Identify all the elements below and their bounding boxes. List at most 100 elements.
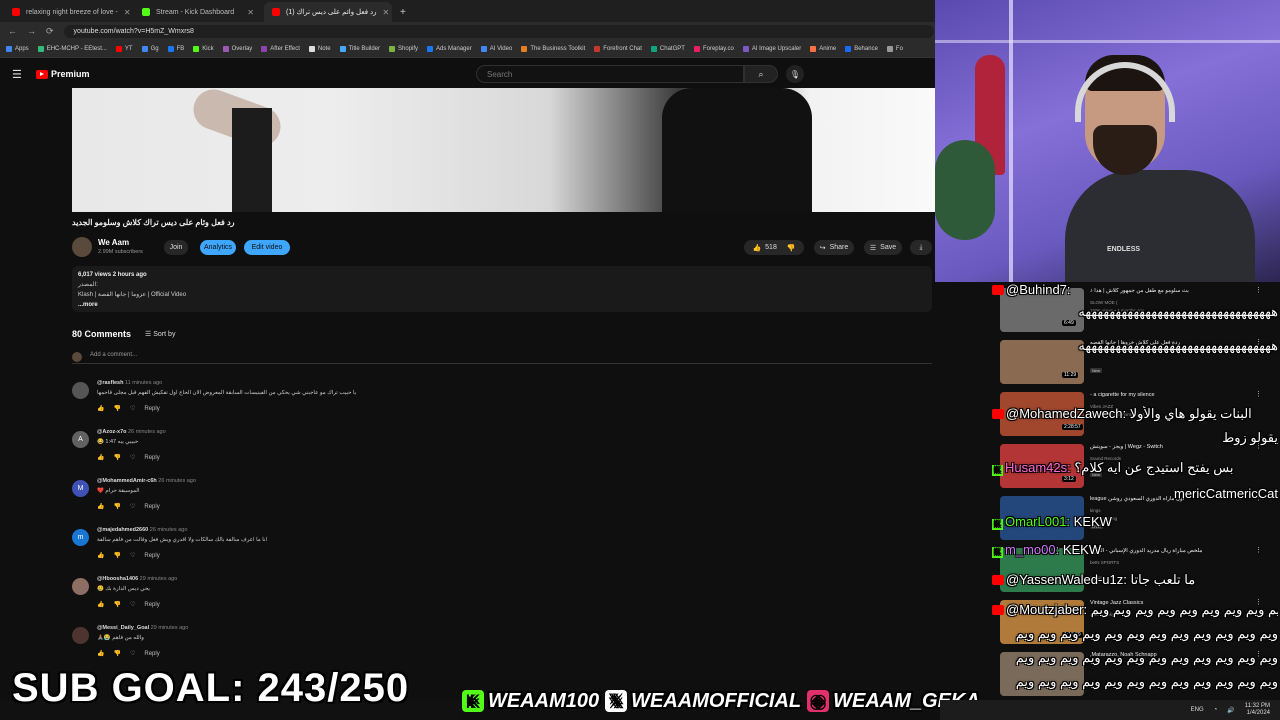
search-button[interactable]: ⌕ bbox=[744, 65, 778, 83]
new-tab-button[interactable]: + bbox=[400, 7, 406, 18]
bookmark-item[interactable]: Anime bbox=[810, 45, 836, 52]
kick-icon: K bbox=[462, 690, 484, 712]
like-icon[interactable]: 👍 bbox=[97, 650, 104, 657]
video-player[interactable] bbox=[72, 88, 940, 212]
join-button[interactable]: Join bbox=[164, 240, 188, 255]
volume-icon[interactable]: 🔊 bbox=[1227, 707, 1234, 714]
comment-avatar[interactable]: m bbox=[72, 529, 89, 546]
streamer-body bbox=[1065, 170, 1255, 282]
bookmark-item[interactable]: Overlay bbox=[222, 45, 252, 52]
reload-icon[interactable]: ⟳ bbox=[46, 26, 54, 37]
reply-button[interactable]: Reply bbox=[144, 553, 159, 559]
thumbs-down-icon[interactable]: 👎 bbox=[787, 244, 796, 252]
bookmark-item[interactable]: After Effect bbox=[261, 45, 300, 52]
like-icon[interactable]: 👍 bbox=[97, 405, 104, 412]
sort-by-button[interactable]: ☰ Sort by bbox=[145, 330, 175, 338]
reply-button[interactable]: Reply bbox=[144, 602, 159, 608]
heart-icon[interactable]: ♡ bbox=[130, 503, 135, 510]
youtube-logo[interactable]: Premium bbox=[36, 69, 90, 79]
add-comment-field[interactable]: Add a comment... bbox=[72, 352, 932, 364]
save-button[interactable]: ☰ Save bbox=[864, 240, 902, 255]
bookmark-item[interactable]: Apps bbox=[6, 45, 29, 52]
comment-author[interactable]: @Messi_Daily_Goal bbox=[97, 625, 149, 631]
sort-label: Sort by bbox=[153, 331, 176, 338]
bookmark-item[interactable]: Foreplay.co bbox=[693, 45, 734, 52]
heart-icon[interactable]: ♡ bbox=[130, 454, 135, 461]
share-button[interactable]: ↪ Share bbox=[814, 240, 854, 255]
bookmark-item[interactable]: AI Image Upscaler bbox=[742, 45, 801, 52]
wifi-icon[interactable]: ◔ bbox=[1214, 707, 1218, 713]
heart-icon[interactable]: ♡ bbox=[130, 405, 135, 412]
comment-author[interactable]: @majedahmed2660 bbox=[97, 527, 148, 533]
reply-button[interactable]: Reply bbox=[144, 651, 159, 657]
like-icon[interactable]: 👍 bbox=[97, 454, 104, 461]
browser-tab-bar: relaxing night breeze of love - ✕ Stream… bbox=[0, 0, 940, 22]
comment-author[interactable]: @rasflesh bbox=[97, 380, 123, 386]
browser-tab[interactable]: Stream - Kick Dashboard ✕ bbox=[134, 2, 262, 22]
close-tab-icon[interactable]: ✕ bbox=[383, 8, 390, 17]
comment-avatar[interactable] bbox=[72, 627, 89, 644]
edit-video-button[interactable]: Edit video bbox=[244, 240, 290, 255]
bookmark-label: FB bbox=[176, 45, 185, 52]
download-button[interactable]: ⤓ bbox=[910, 240, 932, 255]
dislike-icon[interactable]: 👎 bbox=[113, 503, 120, 510]
dislike-icon[interactable]: 👎 bbox=[113, 601, 120, 608]
clock[interactable]: 11:32 PM 1/4/2024 bbox=[1245, 703, 1270, 717]
dislike-icon[interactable]: 👎 bbox=[113, 650, 120, 657]
show-more-link[interactable]: ...more bbox=[78, 300, 926, 310]
bookmark-item[interactable]: Title Builder bbox=[339, 45, 380, 52]
video-description[interactable]: 6,017 views 2 hours ago المصدر: Klash | … bbox=[72, 266, 932, 312]
reply-button[interactable]: Reply bbox=[144, 455, 159, 461]
language-indicator[interactable]: ENG bbox=[1191, 707, 1204, 713]
comment-avatar[interactable] bbox=[72, 382, 89, 399]
bookmark-item[interactable]: FB bbox=[167, 45, 185, 52]
browser-tab[interactable]: relaxing night breeze of love - ✕ bbox=[4, 2, 132, 22]
browser-tab-active[interactable]: (1) رد فعل وائم على ديس تراك ✕ bbox=[264, 2, 392, 22]
search-input[interactable]: Search bbox=[476, 65, 744, 83]
bookmark-item[interactable]: YT bbox=[115, 45, 133, 52]
heart-icon[interactable]: ♡ bbox=[130, 601, 135, 608]
back-icon[interactable]: ← bbox=[8, 26, 17, 36]
bookmark-item[interactable]: Forefront Chat bbox=[594, 45, 642, 52]
close-tab-icon[interactable]: ✕ bbox=[247, 8, 254, 17]
bookmark-item[interactable]: Ads Manager bbox=[427, 45, 472, 52]
chat-text: ويم ويم ويم ويم ويم ويم ويم ويم ويم ويم … bbox=[1015, 674, 1278, 689]
close-tab-icon[interactable]: ✕ bbox=[124, 8, 131, 17]
forward-icon[interactable]: → bbox=[27, 26, 36, 36]
like-icon[interactable]: 👍 bbox=[97, 503, 104, 510]
channel-avatar[interactable] bbox=[72, 237, 92, 257]
channel-name[interactable]: We Aam bbox=[98, 238, 129, 247]
like-button[interactable]: 👍 518 👎 bbox=[744, 240, 804, 255]
heart-icon[interactable]: ♡ bbox=[130, 650, 135, 657]
menu-icon[interactable]: ☰ bbox=[12, 68, 24, 81]
comment-author[interactable]: @Hboosha1406 bbox=[97, 576, 138, 582]
analytics-button[interactable]: Analytics bbox=[200, 240, 236, 255]
bookmark-item[interactable]: The Business Toolkit bbox=[521, 45, 585, 52]
comment-author[interactable]: @Azoz-x7o bbox=[97, 429, 127, 435]
comment-avatar[interactable] bbox=[72, 578, 89, 595]
dislike-icon[interactable]: 👎 bbox=[113, 454, 120, 461]
voice-search-button[interactable]: 🎙 bbox=[786, 65, 804, 83]
bookmark-item[interactable]: Gg bbox=[141, 45, 159, 52]
url-field[interactable]: youtube.com/watch?v=H5mZ_Wmxrs8 bbox=[63, 24, 934, 38]
comment-author[interactable]: @MohammedAmir-c6h bbox=[97, 478, 157, 484]
bookmark-item[interactable]: ChatGPT bbox=[650, 45, 685, 52]
comment-avatar[interactable]: A bbox=[72, 431, 89, 448]
like-icon[interactable]: 👍 bbox=[97, 552, 104, 559]
bookmark-item[interactable]: Fo bbox=[886, 45, 903, 52]
heart-icon[interactable]: ♡ bbox=[130, 552, 135, 559]
youtube-icon bbox=[992, 285, 1004, 295]
reply-button[interactable]: Reply bbox=[144, 406, 159, 412]
bookmark-item[interactable]: Shopify bbox=[389, 45, 418, 52]
bookmark-item[interactable]: EHC-MCHP - EEtest... bbox=[37, 45, 107, 52]
chat-message: ويم ويم ويم ويم ويم ويم ويم ويم ويم ويم … bbox=[992, 626, 1278, 642]
comment-avatar[interactable]: M bbox=[72, 480, 89, 497]
dislike-icon[interactable]: 👎 bbox=[113, 552, 120, 559]
like-icon[interactable]: 👍 bbox=[97, 601, 104, 608]
bookmark-item[interactable]: Kick bbox=[193, 45, 214, 52]
bookmark-item[interactable]: AI Video bbox=[480, 45, 512, 52]
reply-button[interactable]: Reply bbox=[144, 504, 159, 510]
dislike-icon[interactable]: 👎 bbox=[113, 405, 120, 412]
bookmark-item[interactable]: Behance bbox=[845, 45, 878, 52]
bookmark-item[interactable]: Note bbox=[308, 45, 331, 52]
